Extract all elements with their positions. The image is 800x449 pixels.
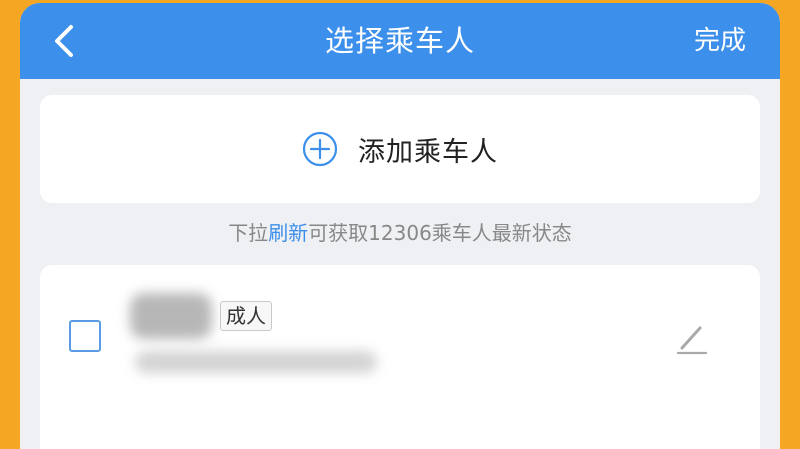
refresh-link[interactable]: 刷新 xyxy=(268,221,308,245)
page-title: 选择乘车人 xyxy=(324,24,475,58)
add-passenger-label: 添加乘车人 xyxy=(358,136,498,168)
back-button[interactable] xyxy=(44,19,84,63)
app-screen: 选择乘车人 完成 添加乘车人 下拉刷新可获取12306乘车人最新状态 成人 xyxy=(20,3,780,449)
passenger-type-badge: 成人 xyxy=(220,301,272,331)
hint-suffix: 可获取12306乘车人最新状态 xyxy=(308,221,572,245)
edit-passenger-button[interactable] xyxy=(674,320,710,356)
done-button[interactable]: 完成 xyxy=(694,3,746,79)
refresh-hint: 下拉刷新可获取12306乘车人最新状态 xyxy=(20,217,780,246)
top-bar: 选择乘车人 完成 xyxy=(20,3,780,79)
hint-prefix: 下拉 xyxy=(228,221,269,245)
plus-circle-icon xyxy=(302,131,338,167)
passenger-name-redacted xyxy=(130,293,212,339)
chevron-left-icon xyxy=(55,25,73,57)
passenger-list-item[interactable]: 成人 xyxy=(40,265,760,449)
add-passenger-button[interactable]: 添加乘车人 xyxy=(40,95,760,203)
pencil-icon xyxy=(676,326,708,355)
passenger-id-redacted xyxy=(135,351,377,373)
passenger-checkbox[interactable] xyxy=(69,320,101,352)
